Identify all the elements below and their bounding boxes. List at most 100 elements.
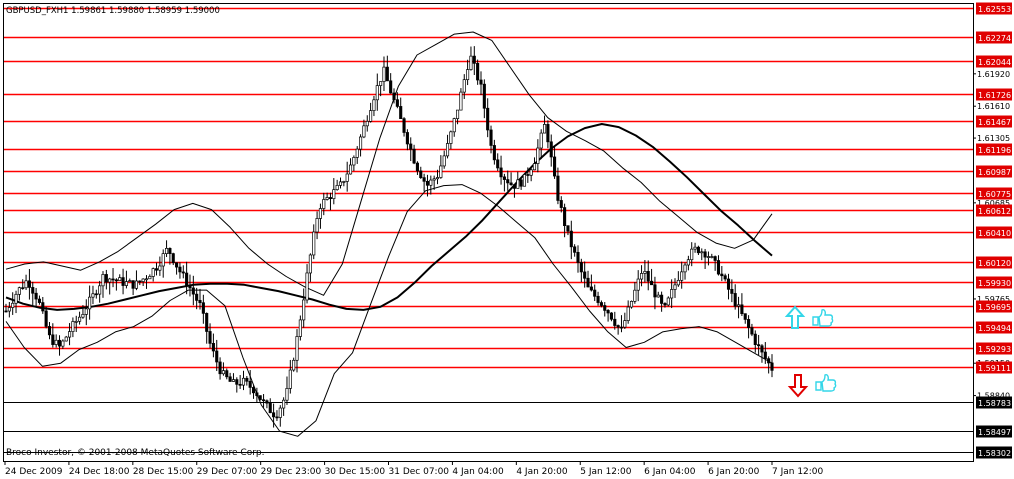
candle-body: [666, 297, 670, 306]
candle-body: [569, 230, 573, 248]
level-label: 1.58302: [978, 449, 1011, 458]
candle-body: [41, 302, 45, 312]
candle-body: [298, 319, 302, 337]
candle-body: [101, 274, 105, 287]
level-label: 1.58783: [978, 399, 1011, 408]
candle-body: [693, 246, 697, 250]
candle-body: [516, 179, 520, 189]
candle-body: [703, 251, 707, 258]
candle-body: [158, 265, 162, 271]
candle-body: [128, 280, 132, 282]
candle-body: [181, 271, 185, 274]
candle-body: [379, 81, 383, 86]
candle-body: [31, 287, 35, 294]
candle-body: [633, 289, 637, 302]
candle-body: [392, 92, 396, 101]
candle-body: [312, 231, 316, 256]
candle-body: [415, 162, 419, 172]
candle-body: [767, 358, 771, 364]
candle-body: [235, 379, 239, 385]
candle-body: [161, 253, 165, 267]
candle-body: [553, 156, 557, 177]
candle-body: [522, 174, 527, 187]
level-label: 1.60410: [978, 229, 1011, 238]
candle-body: [154, 268, 159, 271]
candle-body: [506, 179, 510, 184]
candle-body: [51, 334, 55, 345]
candle-body: [285, 388, 289, 401]
candle-body: [4, 310, 8, 313]
time-tick-label: 4 Jan 20:00: [516, 467, 568, 477]
candle-body: [686, 259, 690, 266]
candle-body: [118, 277, 122, 281]
candle-body: [104, 274, 108, 283]
candle-body: [673, 284, 677, 290]
candle-body: [365, 121, 369, 127]
candle-body: [84, 308, 88, 315]
candle-body: [272, 412, 276, 418]
candle-body: [563, 207, 567, 227]
candle-body: [302, 299, 306, 321]
level-label: 1.62553: [978, 5, 1011, 14]
candle-body: [529, 169, 533, 176]
candle-body: [422, 177, 426, 182]
candle-body: [278, 407, 282, 418]
candle-body: [88, 296, 92, 310]
level-label: 1.60120: [978, 259, 1011, 268]
price-tick-label: 1.61305: [977, 134, 1010, 143]
candle-body: [352, 157, 356, 166]
candle-body: [335, 185, 339, 190]
candle-body: [191, 287, 195, 295]
candle-body: [124, 281, 128, 286]
candle-body: [348, 164, 353, 175]
level-label: 1.60987: [978, 168, 1011, 177]
candle-body: [399, 106, 403, 120]
candle-body: [683, 264, 687, 273]
time-tick-label: 4 Jan 04:00: [452, 467, 504, 477]
candle-body: [623, 320, 627, 328]
price-chart: 1.619201.616101.613051.606851.597651.591…: [0, 0, 1014, 479]
candle-body: [47, 326, 52, 336]
candle-body: [502, 176, 506, 180]
candle-body: [710, 256, 714, 258]
candle-body: [325, 197, 329, 200]
candle-body: [419, 170, 423, 179]
candle-body: [241, 377, 246, 386]
candle-body: [198, 300, 202, 304]
candle-body: [188, 285, 192, 289]
candle-body: [108, 278, 112, 283]
candle-body: [479, 79, 483, 85]
level-label: 1.58497: [978, 428, 1011, 437]
candle-body: [445, 143, 450, 157]
candle-body: [576, 251, 580, 263]
candle-body: [405, 132, 409, 145]
level-label: 1.59111: [978, 364, 1011, 373]
candle-body: [489, 129, 493, 146]
candle-body: [432, 178, 436, 181]
candle-body: [71, 321, 75, 332]
candle-body: [308, 254, 312, 274]
candle-body: [566, 225, 570, 232]
candle-body: [747, 319, 751, 328]
candle-body: [151, 268, 155, 277]
time-tick-label: 24 Dec 2009: [5, 467, 63, 477]
candle-body: [496, 159, 500, 169]
candle-body: [262, 399, 266, 402]
time-tick-label: 6 Jan 04:00: [644, 467, 696, 477]
candle-body: [402, 118, 406, 133]
candle-body: [74, 320, 78, 323]
candle-body: [589, 286, 593, 291]
candle-body: [442, 155, 446, 167]
candle-body: [656, 294, 660, 298]
candle-body: [238, 383, 242, 386]
candle-body: [332, 189, 336, 199]
candle-body: [556, 175, 560, 201]
candle-body: [389, 80, 393, 94]
level-label: 1.61467: [978, 118, 1011, 127]
candle-body: [144, 278, 149, 281]
candle-body: [750, 327, 754, 335]
candle-body: [542, 124, 547, 134]
copyright-footer: Broco Investor, © 2001-2008 MetaQuotes S…: [6, 448, 265, 458]
candle-body: [509, 182, 513, 186]
level-label: 1.61726: [978, 91, 1011, 100]
